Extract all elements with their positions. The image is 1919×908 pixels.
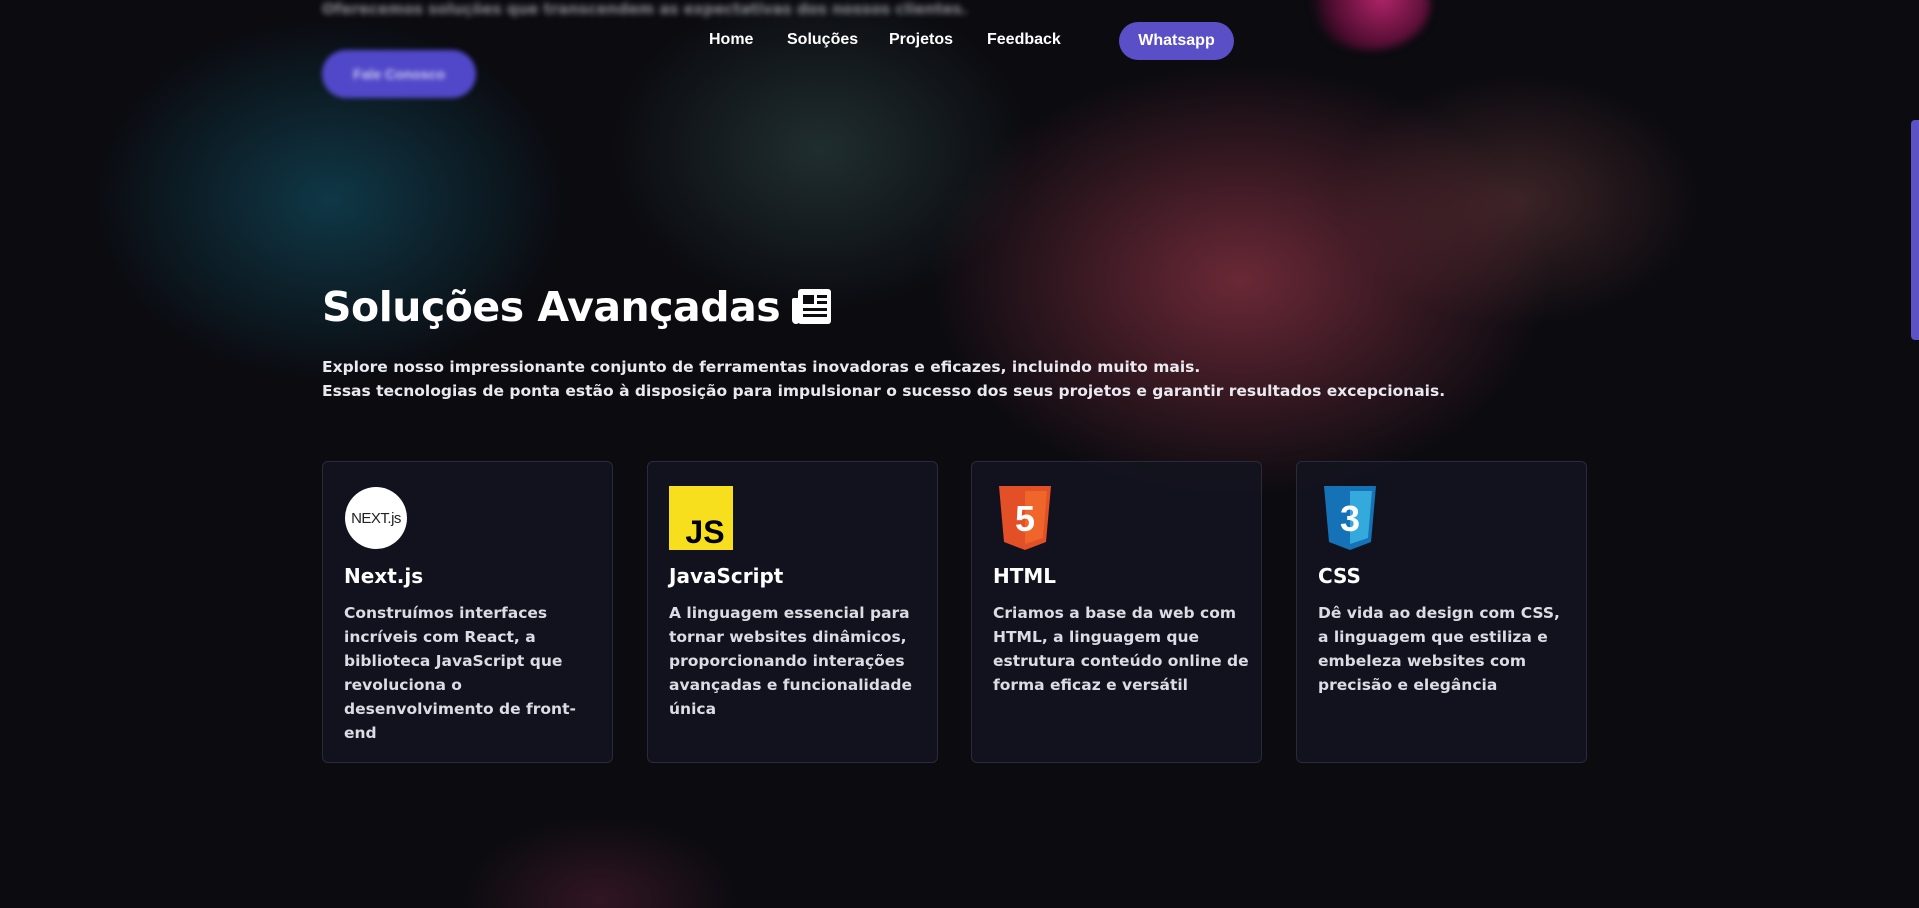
nav-projetos-link[interactable]: Projetos xyxy=(889,31,953,49)
card-title: Next.js xyxy=(344,564,424,588)
nav-home-link[interactable]: Home xyxy=(709,31,753,49)
card-description: A linguagem essencial para tornar websit… xyxy=(669,604,913,718)
card-javascript: JS JavaScript A linguagem essencial para… xyxy=(647,461,938,763)
card-nextjs: NEXT.js Next.js Construímos interfaces i… xyxy=(322,461,613,763)
svg-text:JS: JS xyxy=(685,514,724,550)
card-html: 5 HTML Criamos a base da web com HTML, a… xyxy=(971,461,1262,763)
card-title: HTML xyxy=(993,564,1057,588)
top-nav: Home Soluções Projetos Feedback Whatsapp xyxy=(0,20,1919,62)
javascript-logo: JS xyxy=(669,486,733,550)
card-description: Criamos a base da web com HTML, a lingua… xyxy=(993,604,1249,694)
card-title: JavaScript xyxy=(669,564,784,588)
nav-feedback-link[interactable]: Feedback xyxy=(987,31,1061,49)
whatsapp-button[interactable]: Whatsapp xyxy=(1119,22,1234,60)
section-description: Explore nosso impressionante conjunto de… xyxy=(322,355,1445,403)
card-description: Construímos interfaces incríveis com Rea… xyxy=(344,604,576,742)
hero-subtitle: Oferecemos soluções que transcendem as e… xyxy=(322,0,968,18)
scrollbar-thumb[interactable] xyxy=(1911,120,1919,340)
section-title: Soluções Avançadas xyxy=(322,283,834,331)
svg-text:NEXT.js: NEXT.js xyxy=(351,510,401,527)
nextjs-logo: NEXT.js xyxy=(345,487,407,549)
section-title-text: Soluções Avançadas xyxy=(322,283,781,331)
svg-text:3: 3 xyxy=(1340,498,1360,539)
nav-solucoes-link[interactable]: Soluções xyxy=(787,31,858,49)
card-description: Dê vida ao design com CSS, a linguagem q… xyxy=(1318,604,1560,694)
description-line: Explore nosso impressionante conjunto de… xyxy=(322,358,1201,376)
description-line: Essas tecnologias de ponta estão à dispo… xyxy=(322,382,1446,400)
newspaper-icon xyxy=(792,289,832,324)
html5-logo: 5 xyxy=(999,486,1051,550)
css3-logo: 3 xyxy=(1324,486,1376,550)
svg-text:5: 5 xyxy=(1015,498,1035,539)
card-title: CSS xyxy=(1318,564,1361,588)
page: Oferecemos soluções que transcendem as e… xyxy=(0,0,1919,908)
card-css: 3 CSS Dê vida ao design com CSS, a lingu… xyxy=(1296,461,1587,763)
